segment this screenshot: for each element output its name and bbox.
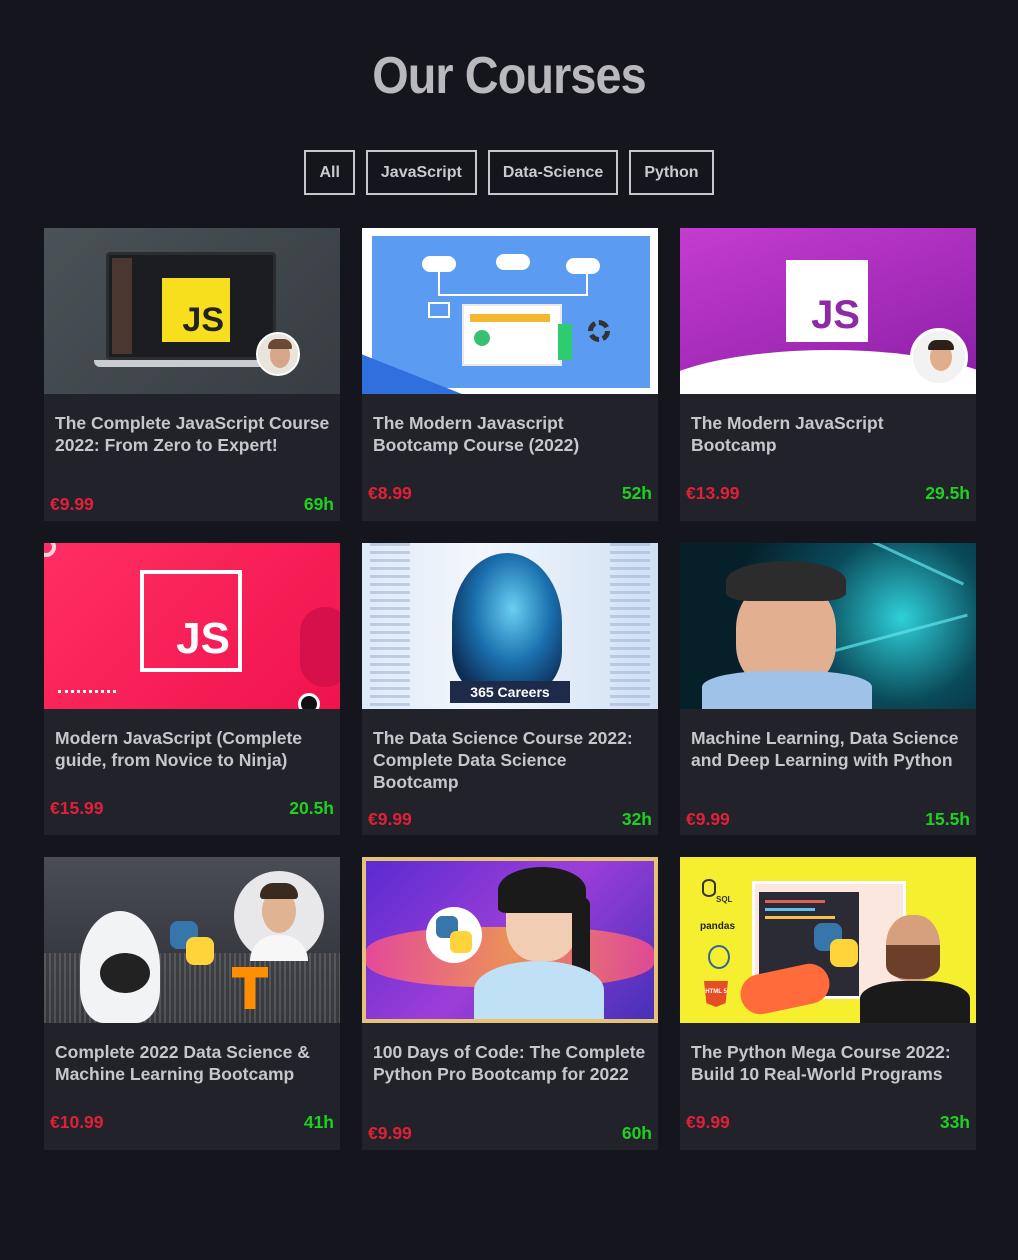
course-card[interactable]: JS The Modern JavaScript Bootcamp €13.99… xyxy=(680,228,976,521)
cloud-icon xyxy=(422,256,456,272)
filter-javascript-button[interactable]: JavaScript xyxy=(365,150,477,195)
course-card[interactable]: Machine Learning, Data Science and Deep … xyxy=(680,543,976,835)
sql-label: SQL xyxy=(716,895,733,904)
js-logo-icon: JS xyxy=(140,570,242,672)
course-title: Complete 2022 Data Science & Machine Lea… xyxy=(55,1042,310,1084)
js-logo-icon: JS xyxy=(786,260,868,342)
html5-icon: HTML 5 xyxy=(704,981,728,1007)
head-silhouette xyxy=(452,553,562,693)
careers-badge: 365 Careers xyxy=(450,681,570,703)
robot-icon xyxy=(80,911,160,1023)
course-card[interactable]: JS Modern JavaScript (Complete guide, fr… xyxy=(44,543,340,835)
course-price: €9.99 xyxy=(50,494,94,514)
shirt-shape xyxy=(474,961,604,1019)
course-hours: 69h xyxy=(303,494,334,514)
course-thumbnail[interactable]: JS xyxy=(44,543,340,709)
course-price: €8.99 xyxy=(368,483,412,503)
shirt-shape xyxy=(860,981,970,1023)
course-thumbnail[interactable]: SQL pandas HTML 5 xyxy=(680,857,976,1023)
course-title: The Modern JavaScript Bootcamp xyxy=(691,413,884,455)
python-logo-icon xyxy=(170,921,214,965)
filter-python-button[interactable]: Python xyxy=(629,150,714,195)
course-card[interactable]: SQL pandas HTML 5 The Python Mega Course… xyxy=(680,857,976,1150)
course-title: 100 Days of Code: The Complete Python Pr… xyxy=(373,1042,646,1084)
course-thumbnail[interactable] xyxy=(362,857,658,1023)
filter-all-button[interactable]: All xyxy=(304,150,355,195)
course-title: The Modern Javascript Bootcamp Course (2… xyxy=(373,413,580,455)
python-logo-icon xyxy=(426,907,482,963)
course-price: €13.99 xyxy=(686,483,740,503)
course-hours: 41h xyxy=(303,1112,334,1132)
pandas-label: pandas xyxy=(700,921,736,932)
course-title: Modern JavaScript (Complete guide, from … xyxy=(55,728,302,770)
course-hours: 60h xyxy=(621,1123,652,1143)
database-icon xyxy=(702,879,716,897)
python-logo-icon xyxy=(814,923,858,967)
shirt-shape xyxy=(702,671,872,709)
course-card[interactable]: JS The Complete JavaScript Course 2022: … xyxy=(44,228,340,521)
course-price: €10.99 xyxy=(50,1112,104,1132)
gear-icon xyxy=(588,320,610,342)
course-card[interactable]: The Modern Javascript Bootcamp Course (2… xyxy=(362,228,658,521)
instructor-avatar xyxy=(234,871,324,961)
hat-icon xyxy=(726,561,846,601)
js-logo-icon: JS xyxy=(162,278,230,342)
course-title: The Python Mega Course 2022: Build 10 Re… xyxy=(691,1042,951,1084)
course-thumbnail[interactable]: JS xyxy=(44,228,340,394)
browser-window-icon xyxy=(462,304,562,366)
course-card[interactable]: 100 Days of Code: The Complete Python Pr… xyxy=(362,857,658,1150)
plant-icon xyxy=(558,324,572,360)
course-hours: 33h xyxy=(939,1112,970,1132)
course-hours: 29.5h xyxy=(925,483,970,503)
course-card[interactable]: 365 Careers The Data Science Course 2022… xyxy=(362,543,658,835)
course-grid: JS The Complete JavaScript Course 2022: … xyxy=(44,228,976,1150)
page-title: Our Courses xyxy=(372,47,646,105)
course-price: €9.99 xyxy=(686,809,730,829)
course-thumbnail[interactable] xyxy=(44,857,340,1023)
course-hours: 20.5h xyxy=(289,798,334,818)
wave-decoration xyxy=(58,685,116,693)
course-hours: 52h xyxy=(621,483,652,503)
course-price: €9.99 xyxy=(368,809,412,829)
course-price: €9.99 xyxy=(368,1123,412,1143)
course-title: The Data Science Course 2022: Complete D… xyxy=(373,728,633,792)
filter-bar: All JavaScript Data-Science Python xyxy=(0,150,1018,195)
course-card[interactable]: Complete 2022 Data Science & Machine Lea… xyxy=(44,857,340,1150)
postgres-icon xyxy=(708,945,730,969)
course-thumbnail[interactable] xyxy=(680,543,976,709)
video-icon xyxy=(428,302,450,318)
instructor-avatar xyxy=(256,332,300,376)
course-thumbnail[interactable] xyxy=(362,228,658,394)
course-hours: 15.5h xyxy=(925,809,970,829)
course-title: Machine Learning, Data Science and Deep … xyxy=(691,728,959,770)
filter-data-science-button[interactable]: Data-Science xyxy=(487,150,619,195)
course-thumbnail[interactable]: 365 Careers xyxy=(362,543,658,709)
cloud-icon xyxy=(496,254,530,270)
instructor-avatar xyxy=(910,328,968,386)
course-hours: 32h xyxy=(621,809,652,829)
course-thumbnail[interactable]: JS xyxy=(680,228,976,394)
course-title: The Complete JavaScript Course 2022: Fro… xyxy=(55,413,330,455)
course-price: €15.99 xyxy=(50,798,104,818)
course-price: €9.99 xyxy=(686,1112,730,1132)
